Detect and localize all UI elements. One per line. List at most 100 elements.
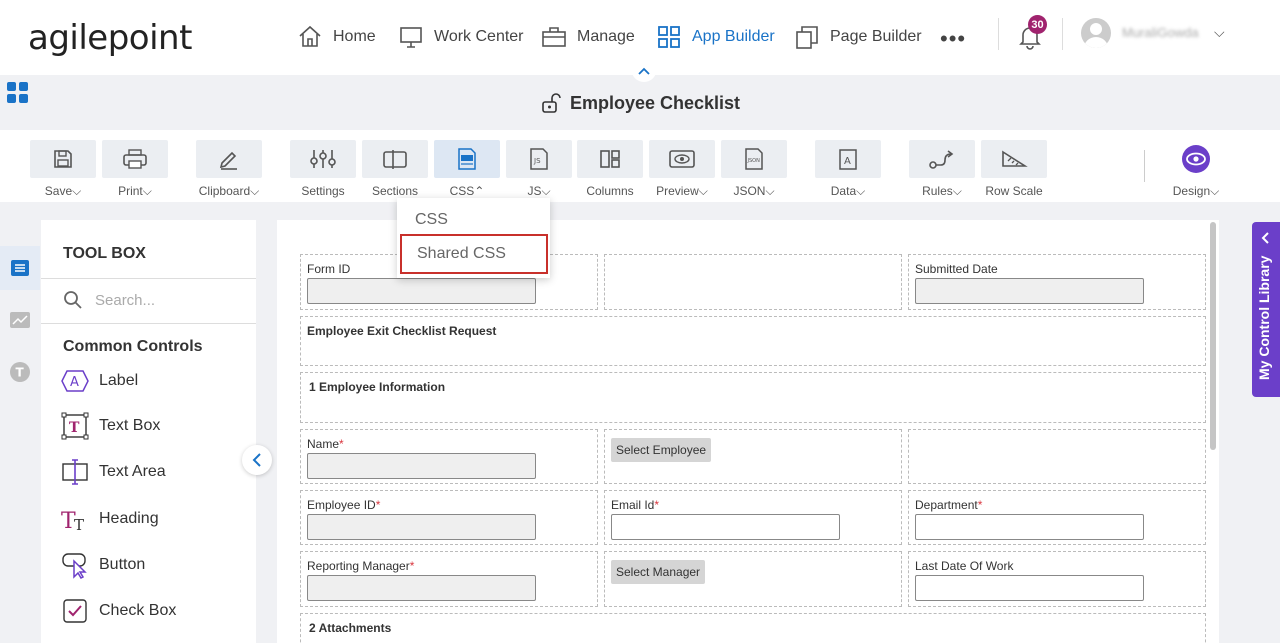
page-title: Employee Checklist [569, 92, 741, 113]
grid-icon [658, 26, 680, 48]
more-menu-icon[interactable]: ••• [940, 26, 966, 52]
employee-info-section[interactable]: 1 Employee Information [300, 372, 1206, 423]
canvas-scrollbar[interactable] [1210, 222, 1216, 450]
sections-button[interactable]: Sections [362, 140, 428, 198]
data-button[interactable]: A Data⌵ [815, 140, 881, 199]
avatar[interactable] [1081, 18, 1111, 48]
text-box-icon: T [61, 412, 89, 440]
reporting-manager-input[interactable] [307, 575, 536, 601]
save-label: Save [44, 184, 73, 198]
nav-work-center[interactable]: Work Center [398, 22, 524, 52]
toolbox-search-input[interactable]: Search... [63, 290, 155, 310]
nav-home[interactable]: Home [297, 22, 376, 52]
request-section[interactable]: Employee Exit Checklist Request [300, 316, 1206, 366]
username[interactable]: MuraliGowda [1122, 25, 1199, 40]
heading-control[interactable]: TT Heading [61, 503, 159, 535]
json-button[interactable]: JSON JSON⌵ [721, 140, 787, 199]
chart-icon [10, 312, 30, 328]
collapse-header-button[interactable] [632, 60, 656, 82]
department-cell[interactable]: Department* [908, 490, 1206, 545]
chevron-down-icon: ⌵ [952, 184, 962, 198]
design-button[interactable]: Design⌵ [1163, 140, 1229, 199]
row-scale-button[interactable]: Row Scale [981, 140, 1047, 198]
select-manager-button[interactable]: Select Manager [611, 560, 706, 584]
ruler-icon [1002, 150, 1028, 167]
toolbox-tab[interactable] [0, 246, 40, 290]
name-cell[interactable]: Name* [300, 429, 598, 484]
save-button[interactable]: Save⌵ [30, 140, 96, 199]
divider [41, 323, 256, 324]
js-button[interactable]: JS JS⌵ [506, 140, 572, 199]
email-input[interactable] [611, 514, 840, 540]
last-date-cell[interactable]: Last Date Of Work [908, 551, 1206, 607]
reporting-manager-cell[interactable]: Reporting Manager* [300, 551, 598, 607]
chevron-down-icon: ⌵ [698, 184, 708, 198]
toolbox-panel: TOOL BOX Search... Common Controls A Lab… [41, 220, 256, 643]
print-button[interactable]: Print⌵ [102, 140, 168, 199]
submitted-date-input[interactable] [915, 278, 1144, 304]
button-icon [62, 553, 87, 579]
employee-id-cell[interactable]: Employee ID* [300, 490, 598, 545]
label-control[interactable]: A Label [61, 365, 138, 397]
attachments-section[interactable]: 2 Attachments [300, 613, 1206, 643]
columns-button[interactable]: Columns [577, 140, 643, 198]
name-input[interactable] [307, 453, 536, 479]
department-input[interactable] [915, 514, 1144, 540]
nav-home-label: Home [333, 28, 376, 45]
settings-button[interactable]: Settings [290, 140, 356, 198]
collapse-toolbox-button[interactable] [242, 445, 272, 475]
data-icon: A [839, 149, 857, 170]
css-file-icon [458, 148, 476, 170]
data-label: Data [830, 184, 857, 198]
employee-id-input[interactable] [307, 514, 536, 540]
chevron-down-icon[interactable]: ⌵ [1214, 24, 1225, 41]
nav-page-builder-label: Page Builder [830, 28, 922, 45]
chevron-left-icon [252, 453, 261, 467]
select-employee-button[interactable]: Select Employee [611, 438, 712, 462]
chevron-down-icon: ⌵ [250, 184, 260, 198]
design-eye-icon [1182, 145, 1210, 173]
empty-cell[interactable] [908, 429, 1206, 484]
settings-label: Settings [301, 184, 345, 198]
select-employee-cell[interactable]: Select Employee [604, 429, 902, 484]
css-button[interactable]: CSS⌃ [434, 140, 500, 198]
design-label: Design [1172, 184, 1211, 198]
select-manager-cell[interactable]: Select Manager [604, 551, 902, 607]
form-id-label: Form ID [307, 262, 351, 276]
analytics-tab[interactable] [0, 298, 40, 342]
notification-badge: 30 [1028, 15, 1047, 34]
nav-app-builder[interactable]: App Builder [656, 22, 775, 52]
text-area-control[interactable]: Text Area [61, 456, 166, 488]
js-label: JS [527, 184, 542, 198]
clipboard-label: Clipboard [198, 184, 251, 198]
submitted-date-cell[interactable]: Submitted Date [908, 254, 1206, 310]
empty-cell[interactable] [604, 254, 902, 310]
nav-page-builder[interactable]: Page Builder [794, 22, 922, 52]
briefcase-icon [542, 27, 566, 47]
t-circle-icon: T [10, 362, 30, 382]
shared-css-menu-item[interactable]: Shared CSS [400, 234, 548, 274]
eye-icon [669, 150, 695, 168]
check-box-control[interactable]: Check Box [61, 595, 176, 627]
chevron-down-icon: ⌵ [765, 184, 775, 198]
employee-id-label: Employee ID [307, 498, 376, 512]
heading-icon: TT [61, 509, 84, 532]
label-control-label: Label [99, 372, 139, 389]
text-box-control[interactable]: T Text Box [61, 410, 160, 442]
my-control-library-tab[interactable]: My Control Library [1252, 222, 1280, 397]
agilepoint-logo[interactable]: agilepoint [28, 18, 192, 58]
required-marker: * [375, 498, 381, 512]
preview-button[interactable]: Preview⌵ [649, 140, 715, 199]
clipboard-button[interactable]: Clipboard⌵ [196, 140, 262, 199]
email-cell[interactable]: Email Id* [604, 490, 902, 545]
last-date-label: Last Date Of Work [915, 559, 1014, 573]
last-date-input[interactable] [915, 575, 1144, 601]
theme-tab[interactable]: T [0, 350, 40, 394]
form-id-input[interactable] [307, 278, 536, 304]
button-control[interactable]: Button [61, 549, 145, 581]
submitted-date-label: Submitted Date [915, 262, 998, 276]
nav-manage[interactable]: Manage [541, 22, 635, 52]
unlock-icon[interactable] [540, 92, 562, 114]
rules-button[interactable]: Rules⌵ [909, 140, 975, 199]
svg-text:A: A [70, 375, 79, 390]
